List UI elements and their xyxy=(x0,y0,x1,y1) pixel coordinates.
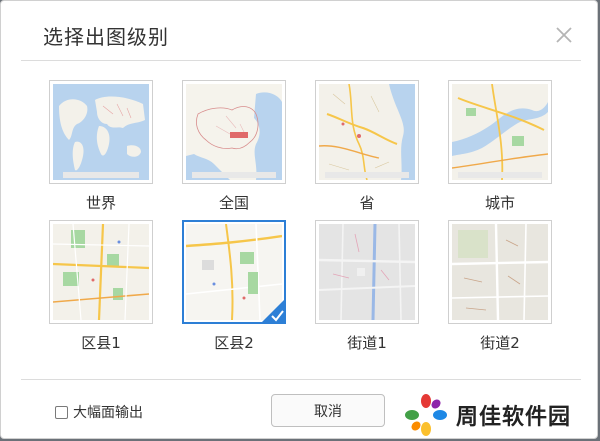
footer-divider xyxy=(21,379,581,380)
level-label-country: 全国 xyxy=(218,194,249,212)
select-level-dialog: 选择出图级别 世界 全国 省 城市 区县1 区县2 街道1 街道2 大幅面输出 … xyxy=(0,0,598,439)
world-map-thumbnail xyxy=(53,84,149,180)
district-1-map-thumbnail xyxy=(53,224,149,320)
large-output-checkbox[interactable] xyxy=(55,405,68,419)
level-label-street-2: 街道2 xyxy=(480,334,520,352)
city-map-thumbnail xyxy=(452,84,548,180)
level-tile-province[interactable] xyxy=(315,80,419,184)
selected-check-icon xyxy=(260,298,286,324)
province-map-thumbnail xyxy=(319,84,415,180)
level-label-province: 省 xyxy=(359,194,375,212)
level-tile-country[interactable] xyxy=(182,80,286,184)
level-tile-district-2[interactable] xyxy=(182,220,286,324)
level-label-city: 城市 xyxy=(484,194,515,212)
cancel-button[interactable]: 取消 xyxy=(271,394,385,427)
country-map-thumbnail xyxy=(186,84,282,180)
street-2-map-thumbnail xyxy=(452,224,548,320)
watermark: 周佳软件园 xyxy=(404,393,571,437)
watermark-logo-icon xyxy=(405,394,447,436)
level-label-world: 世界 xyxy=(85,194,116,212)
level-tile-street-1[interactable] xyxy=(315,220,419,324)
level-tile-city[interactable] xyxy=(448,80,552,184)
level-tile-street-2[interactable] xyxy=(448,220,552,324)
header-divider xyxy=(21,60,581,61)
level-label-street-1: 街道1 xyxy=(347,334,387,352)
watermark-text: 周佳软件园 xyxy=(456,405,572,430)
level-tile-world[interactable] xyxy=(49,80,153,184)
level-label-district-2: 区县2 xyxy=(214,334,254,352)
level-tile-district-1[interactable] xyxy=(49,220,153,324)
large-output-option[interactable]: 大幅面输出 xyxy=(55,402,143,422)
level-label-district-1: 区县1 xyxy=(81,334,121,352)
close-icon[interactable] xyxy=(554,25,574,45)
large-output-label: 大幅面输出 xyxy=(73,405,143,421)
street-1-map-thumbnail xyxy=(319,224,415,320)
dialog-title: 选择出图级别 xyxy=(43,25,169,49)
